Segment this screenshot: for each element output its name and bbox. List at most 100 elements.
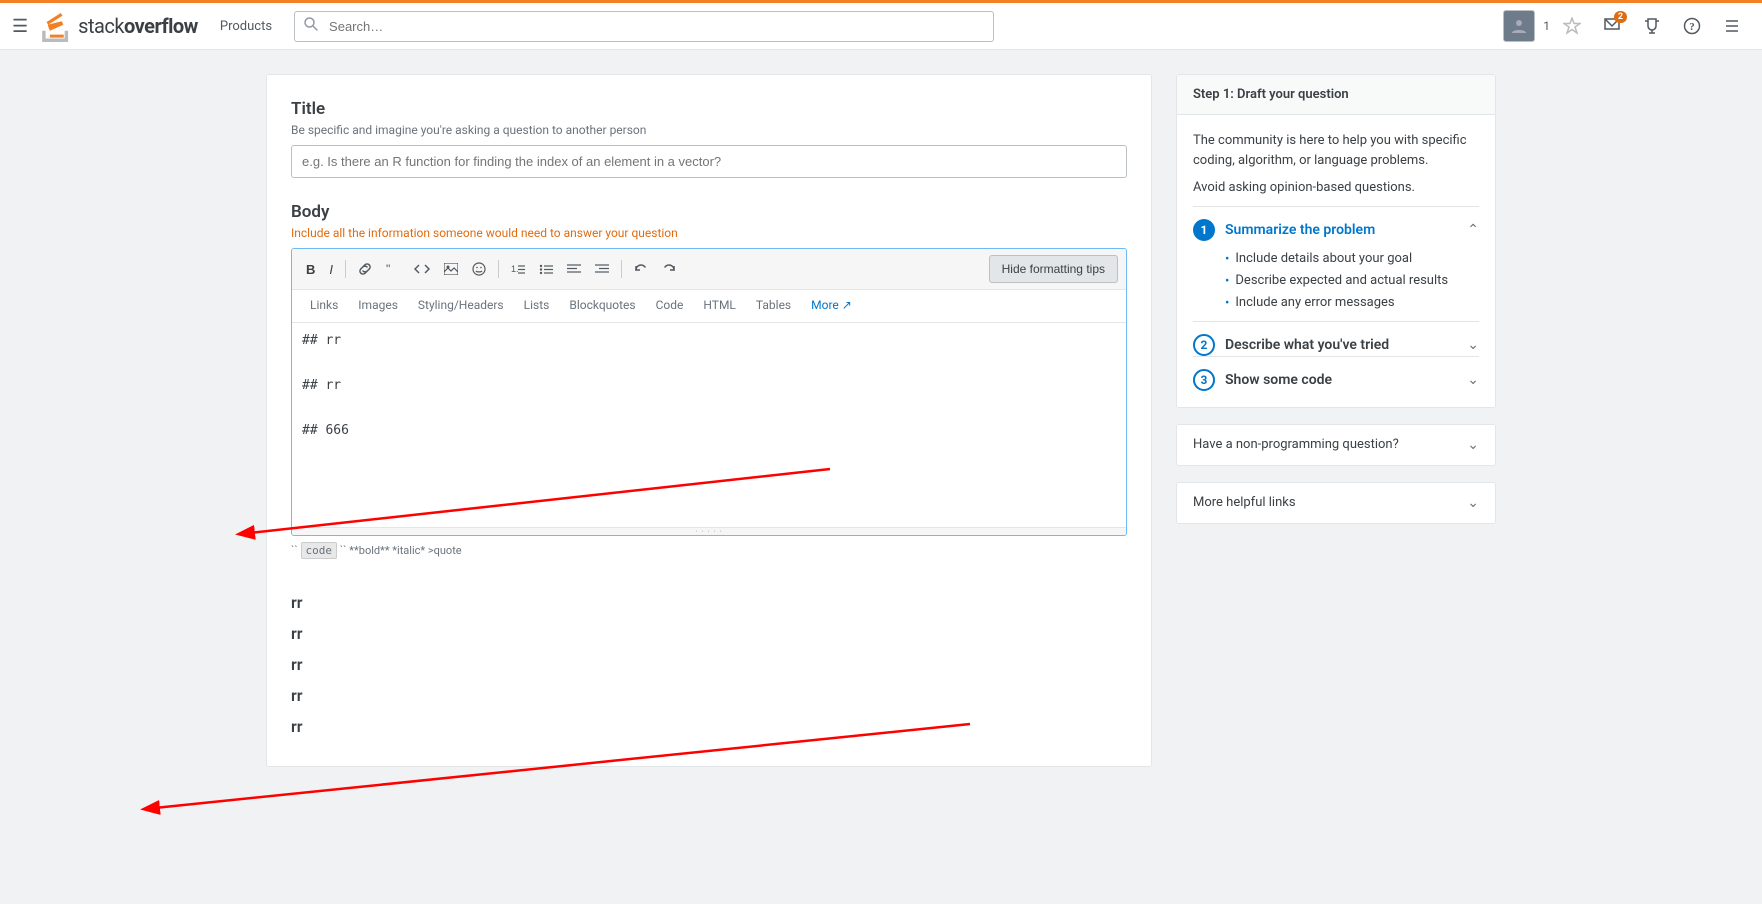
preview-content: rr rr rr rr rr — [291, 573, 1127, 736]
search-icon — [304, 17, 318, 35]
summarize-chevron-up: ⌃ — [1467, 222, 1479, 238]
resize-dots: · · · · · — [695, 527, 722, 536]
navbar: ☰ stackoverflow Products 1 — [0, 0, 1762, 50]
summarize-bullets: Include details about your goal Describe… — [1193, 241, 1479, 321]
svg-text:1.: 1. — [511, 264, 519, 274]
helpful-links-chevron: ⌄ — [1467, 495, 1479, 511]
editor-container: B I " — [291, 248, 1127, 536]
svg-text:": " — [386, 263, 390, 275]
describe-header[interactable]: 2 Describe what you've tried ⌄ — [1193, 334, 1479, 356]
code-button[interactable] — [408, 258, 436, 280]
show-code-chevron-down: ⌄ — [1467, 372, 1479, 388]
editor-resize-handle[interactable]: · · · · · — [292, 527, 1126, 535]
summarize-section: 1 Summarize the problem ⌃ Include detail… — [1193, 206, 1479, 321]
title-label: Title — [291, 99, 1127, 119]
preview-heading-4: rr — [291, 686, 1127, 705]
editor-textarea[interactable]: ## rr ## rr ## 666 — [292, 323, 1126, 523]
user-rep: 1 — [1543, 19, 1550, 33]
align-right-button[interactable] — [589, 259, 615, 279]
body-hint: Include all the information someone woul… — [291, 226, 1127, 240]
tab-lists[interactable]: Lists — [514, 290, 560, 322]
products-link[interactable]: Products — [214, 15, 278, 38]
step1-header: Step 1: Draft your question — [1177, 75, 1495, 115]
trophy-button[interactable] — [1634, 8, 1670, 44]
code-hint: code — [301, 542, 338, 559]
non-prog-header[interactable]: Have a non-programming question? ⌄ — [1177, 425, 1495, 465]
summarize-header[interactable]: 1 Summarize the problem ⌃ — [1193, 219, 1479, 241]
undo-button[interactable] — [628, 258, 654, 280]
ordered-list-button[interactable]: 1. — [505, 259, 531, 279]
markdown-hint: `` code `` **bold** *italic* >quote — [291, 544, 1127, 557]
step2-number: 2 — [1193, 334, 1215, 356]
tab-images[interactable]: Images — [348, 290, 408, 322]
preview-heading-5: rr — [291, 717, 1127, 736]
blockquote-button[interactable]: " — [380, 259, 406, 279]
emoji-button[interactable] — [466, 258, 492, 280]
show-code-header[interactable]: 3 Show some code ⌄ — [1193, 369, 1479, 391]
toolbar-separator-3 — [621, 260, 622, 278]
redo-button[interactable] — [656, 258, 682, 280]
editor-toolbar: B I " — [292, 249, 1126, 290]
help-button[interactable]: ? — [1674, 8, 1710, 44]
preview-heading-2: rr — [291, 624, 1127, 643]
achievements-button[interactable] — [1554, 8, 1590, 44]
editor-tabs: Links Images Styling/Headers Lists Block… — [292, 290, 1126, 323]
bullet-2: Describe expected and actual results — [1225, 273, 1479, 289]
helpful-links-label: More helpful links — [1193, 495, 1296, 510]
align-left-button[interactable] — [561, 259, 587, 279]
helpful-links-header[interactable]: More helpful links ⌄ — [1177, 483, 1495, 523]
inbox-button[interactable]: 2 — [1594, 8, 1630, 44]
step1-card: Step 1: Draft your question The communit… — [1176, 74, 1496, 408]
site-logo[interactable]: stackoverflow — [40, 10, 198, 42]
logo-icon — [40, 10, 72, 42]
title-input[interactable] — [291, 145, 1127, 178]
tab-blockquotes[interactable]: Blockquotes — [559, 290, 645, 322]
logo-text: stackoverflow — [78, 14, 198, 38]
main-content: Title Be specific and imagine you're ask… — [250, 50, 1512, 791]
step1-desc1: The community is here to help you with s… — [1193, 131, 1479, 170]
show-code-title: Show some code — [1225, 372, 1332, 388]
sidebar: Step 1: Draft your question The communit… — [1176, 74, 1496, 767]
search-container — [294, 11, 994, 42]
body-label: Body — [291, 202, 1127, 222]
tab-more[interactable]: More ↗ — [801, 290, 862, 322]
step1-desc2: Avoid asking opinion-based questions. — [1193, 178, 1479, 198]
toolbar-separator-1 — [345, 260, 346, 278]
helpful-links-card: More helpful links ⌄ — [1176, 482, 1496, 524]
stack-exchange-button[interactable] — [1714, 8, 1750, 44]
tab-html[interactable]: HTML — [693, 290, 746, 322]
show-code-section: 3 Show some code ⌄ — [1193, 356, 1479, 391]
tab-code[interactable]: Code — [646, 290, 694, 322]
tab-styling-headers[interactable]: Styling/Headers — [408, 290, 514, 322]
tab-links[interactable]: Links — [300, 290, 348, 322]
image-button[interactable] — [438, 259, 464, 279]
link-button[interactable] — [352, 258, 378, 280]
user-avatar[interactable] — [1503, 10, 1535, 42]
step1-number: 1 — [1193, 219, 1215, 241]
bold-button[interactable]: B — [300, 258, 321, 281]
bullet-1: Include details about your goal — [1225, 251, 1479, 267]
step1-body: The community is here to help you with s… — [1177, 115, 1495, 407]
bullet-3: Include any error messages — [1225, 295, 1479, 311]
preview-heading-1: rr — [291, 593, 1127, 612]
inbox-badge: 2 — [1614, 11, 1627, 23]
title-hint: Be specific and imagine you're asking a … — [291, 123, 1127, 137]
body-section: Body Include all the information someone… — [291, 202, 1127, 557]
non-prog-label: Have a non-programming question? — [1193, 437, 1399, 452]
unordered-list-button[interactable] — [533, 259, 559, 279]
question-form: Title Be specific and imagine you're ask… — [266, 74, 1152, 767]
svg-text:?: ? — [1689, 21, 1695, 33]
describe-section: 2 Describe what you've tried ⌄ — [1193, 321, 1479, 356]
describe-title: Describe what you've tried — [1225, 337, 1389, 353]
hide-formatting-tips-button[interactable]: Hide formatting tips — [989, 255, 1118, 283]
non-prog-card: Have a non-programming question? ⌄ — [1176, 424, 1496, 466]
tab-tables[interactable]: Tables — [746, 290, 801, 322]
search-input[interactable] — [294, 11, 994, 42]
summarize-title: Summarize the problem — [1225, 222, 1375, 238]
step3-number: 3 — [1193, 369, 1215, 391]
describe-chevron-down: ⌄ — [1467, 337, 1479, 353]
preview-heading-3: rr — [291, 655, 1127, 674]
toolbar-separator-2 — [498, 260, 499, 278]
italic-button[interactable]: I — [323, 258, 339, 281]
hamburger-menu-button[interactable]: ☰ — [12, 16, 28, 37]
